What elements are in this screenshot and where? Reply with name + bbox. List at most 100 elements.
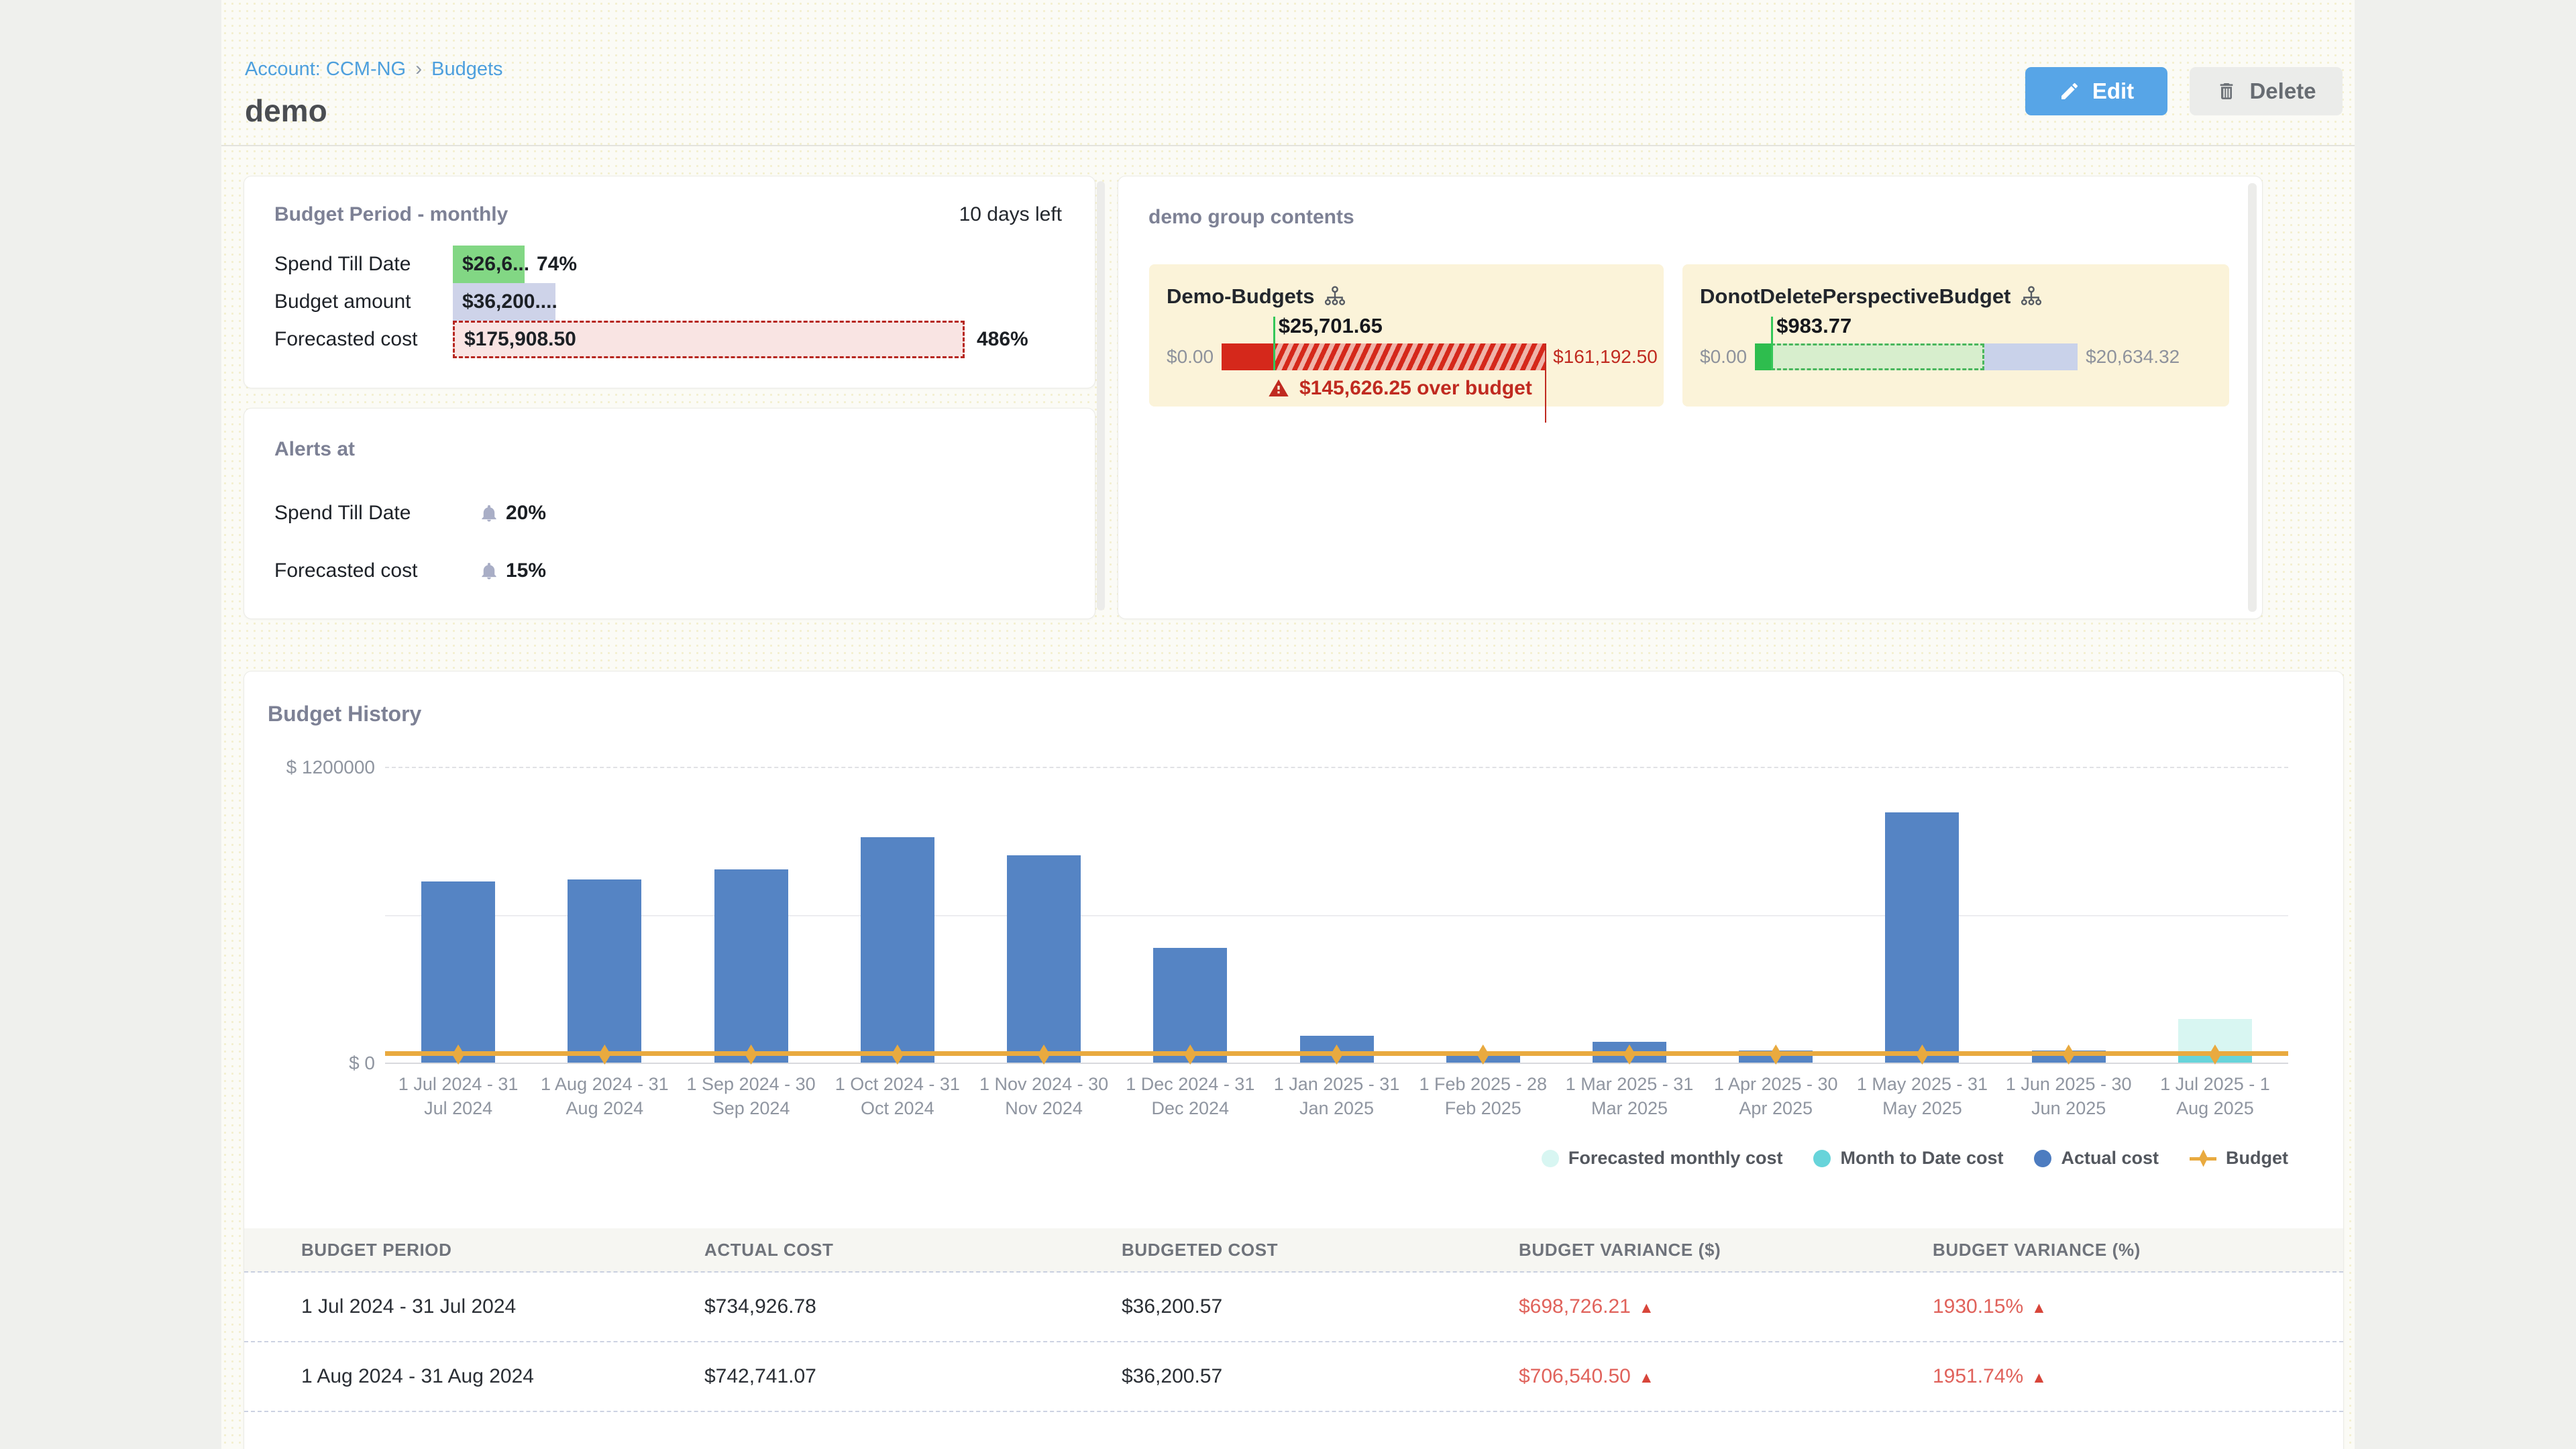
breadcrumb-separator-icon: › bbox=[415, 58, 422, 80]
alerts-rows: Spend Till Date 20% Forecasted cost 15% bbox=[274, 492, 1065, 608]
breadcrumb-account-link[interactable]: Account: CCM-NG bbox=[245, 58, 406, 80]
spend-segment bbox=[1222, 343, 1273, 370]
spend-till-date-bar[interactable]: $26,6... bbox=[453, 246, 525, 283]
group-card-scrollbar[interactable] bbox=[2248, 183, 2257, 612]
legend-budget[interactable]: Budget bbox=[2190, 1148, 2288, 1169]
legend-month-to-date[interactable]: Month to Date cost bbox=[1813, 1148, 2003, 1169]
table-cell: $734,926.78 bbox=[704, 1295, 1122, 1318]
chart-slot[interactable] bbox=[678, 767, 824, 1063]
y-axis-zero-label: $ 0 bbox=[264, 1053, 375, 1074]
trash-icon bbox=[2216, 80, 2237, 102]
table-header-cell[interactable]: BUDGET PERIOD bbox=[244, 1240, 704, 1260]
variance-cell: $698,726.21▲ bbox=[1519, 1295, 1933, 1318]
x-axis-label: 1 Aug 2024 - 31Aug 2024 bbox=[531, 1072, 678, 1120]
group-budget-item-donotdelete[interactable]: DonotDeletePerspectiveBudget $0.00 $983.… bbox=[1682, 264, 2229, 407]
chart-slot[interactable] bbox=[1410, 767, 1556, 1063]
variance-cell: 1930.15%▲ bbox=[1933, 1295, 2343, 1318]
budget-period-title: Budget Period - monthly bbox=[274, 203, 508, 226]
bar-sep-2024[interactable] bbox=[714, 869, 788, 1063]
chart-slot[interactable] bbox=[531, 767, 678, 1063]
budget-detail-page: Account: CCM-NG › Budgets demo Edit Dele… bbox=[0, 0, 2576, 1449]
chart-slot[interactable] bbox=[1849, 767, 1995, 1063]
forecasted-cost-bar[interactable]: $175,908.50 bbox=[453, 321, 965, 358]
bar-oct-2024[interactable] bbox=[861, 837, 934, 1063]
group-budget-item-demo-budgets[interactable]: Demo-Budgets $0.00 $25,701.65 $161,192.5… bbox=[1149, 264, 1664, 407]
actual-legend-dot bbox=[2034, 1150, 2051, 1167]
chart-slot[interactable] bbox=[971, 767, 1117, 1063]
edit-button-label: Edit bbox=[2092, 78, 2134, 104]
table-header-row: BUDGET PERIODACTUAL COSTBUDGETED COSTBUD… bbox=[244, 1228, 2343, 1273]
budget-history-chart[interactable] bbox=[385, 767, 2288, 1063]
header-divider bbox=[221, 145, 2355, 146]
hierarchy-icon bbox=[1324, 285, 1346, 308]
chart-slot[interactable] bbox=[1117, 767, 1263, 1063]
budget-progress-bar[interactable]: $983.77 bbox=[1755, 343, 2078, 370]
delete-button[interactable]: Delete bbox=[2190, 67, 2343, 115]
group-budget-name: Demo-Budgets bbox=[1167, 284, 1314, 309]
over-budget-segment bbox=[1273, 343, 1545, 370]
x-axis-label: 1 Jul 2024 - 31Jul 2024 bbox=[385, 1072, 531, 1120]
legend-actual[interactable]: Actual cost bbox=[2034, 1148, 2159, 1169]
bar-may-2025[interactable] bbox=[1885, 812, 1959, 1063]
table-cell: $36,200.57 bbox=[1122, 1295, 1519, 1318]
budget-history-table: BUDGET PERIODACTUAL COSTBUDGETED COSTBUD… bbox=[244, 1228, 2343, 1412]
legend-label: Forecasted monthly cost bbox=[1568, 1148, 1783, 1169]
breadcrumb-budgets-link[interactable]: Budgets bbox=[431, 58, 502, 80]
group-contents-title: demo group contents bbox=[1148, 206, 1354, 229]
chart-bars bbox=[385, 767, 2288, 1063]
mtd-legend-dot bbox=[1813, 1150, 1831, 1167]
x-axis-label: 1 Jan 2025 - 31Jan 2025 bbox=[1263, 1072, 1409, 1120]
table-header-cell[interactable]: BUDGETED COST bbox=[1122, 1240, 1519, 1260]
breadcrumb: Account: CCM-NG › Budgets bbox=[245, 58, 503, 80]
budget-period-rows: Spend Till Date $26,6... 74% Budget amou… bbox=[274, 246, 1075, 358]
alert-forecast-value: 15% bbox=[506, 559, 546, 582]
over-budget-warning: $145,626.25 over budget bbox=[1267, 377, 1646, 400]
budget-min-label: $0.00 bbox=[1700, 346, 1747, 368]
left-column-scrollbar[interactable] bbox=[1097, 181, 1105, 610]
alert-row-spend: Spend Till Date 20% bbox=[274, 492, 1065, 534]
legend-forecasted[interactable]: Forecasted monthly cost bbox=[1542, 1148, 1783, 1169]
bar-nov-2024[interactable] bbox=[1007, 855, 1081, 1063]
chart-slot[interactable] bbox=[1263, 767, 1409, 1063]
chart-slot[interactable] bbox=[2142, 767, 2288, 1063]
table-header-cell[interactable]: ACTUAL COST bbox=[704, 1240, 1122, 1260]
x-axis-labels: 1 Jul 2024 - 31Jul 20241 Aug 2024 - 31Au… bbox=[385, 1072, 2288, 1120]
edit-button[interactable]: Edit bbox=[2025, 67, 2167, 115]
chart-slot[interactable] bbox=[1703, 767, 1849, 1063]
y-axis-max-label: $ 1200000 bbox=[264, 757, 375, 778]
x-axis-label: 1 Sep 2024 - 30Sep 2024 bbox=[678, 1072, 824, 1120]
chart-slot[interactable] bbox=[385, 767, 531, 1063]
trend-up-icon: ▲ bbox=[1639, 1368, 1654, 1386]
x-axis-label: 1 May 2025 - 31May 2025 bbox=[1849, 1072, 1995, 1120]
table-header-cell[interactable]: BUDGET VARIANCE ($) bbox=[1519, 1240, 1933, 1260]
variance-cell: 1951.74%▲ bbox=[1933, 1365, 2343, 1388]
over-budget-text: $145,626.25 over budget bbox=[1299, 377, 1532, 400]
bar-jul-2024[interactable] bbox=[421, 881, 495, 1063]
table-cell: $742,741.07 bbox=[704, 1365, 1122, 1388]
budget-progress-bar[interactable]: $25,701.65 bbox=[1222, 343, 1545, 370]
budget-min-label: $0.00 bbox=[1167, 346, 1214, 368]
variance-cell: $706,540.50▲ bbox=[1519, 1365, 1933, 1388]
table-header-cell[interactable]: BUDGET VARIANCE (%) bbox=[1933, 1240, 2343, 1260]
x-axis-label: 1 Dec 2024 - 31Dec 2024 bbox=[1117, 1072, 1263, 1120]
spend-segment bbox=[1755, 343, 1771, 370]
chart-slot[interactable] bbox=[1996, 767, 2142, 1063]
table-row[interactable]: 1 Aug 2024 - 31 Aug 2024$742,741.07$36,2… bbox=[244, 1342, 2343, 1412]
actual-cost-segment bbox=[714, 869, 788, 1063]
alert-forecast-label: Forecasted cost bbox=[274, 559, 479, 582]
table-row[interactable]: 1 Jul 2024 - 31 Jul 2024$734,926.78$36,2… bbox=[244, 1273, 2343, 1342]
days-left-label: 10 days left bbox=[959, 203, 1062, 226]
trend-up-icon: ▲ bbox=[1639, 1299, 1654, 1316]
x-axis-label: 1 Apr 2025 - 30Apr 2025 bbox=[1703, 1072, 1849, 1120]
bar-aug-2024[interactable] bbox=[568, 879, 641, 1063]
group-contents-card: demo group contents Demo-Budgets $0.00 $… bbox=[1118, 176, 2263, 619]
budget-amount-bar[interactable]: $36,200.... bbox=[453, 283, 555, 321]
budget-amount-label: Budget amount bbox=[274, 283, 453, 321]
actual-cost-segment bbox=[568, 879, 641, 1063]
spend-till-date-label: Spend Till Date bbox=[274, 246, 453, 283]
chart-slot[interactable] bbox=[1556, 767, 1703, 1063]
warning-icon bbox=[1267, 378, 1290, 399]
chart-legend: Forecasted monthly cost Month to Date co… bbox=[1542, 1148, 2288, 1169]
actual-cost-segment bbox=[421, 881, 495, 1063]
chart-slot[interactable] bbox=[824, 767, 971, 1063]
